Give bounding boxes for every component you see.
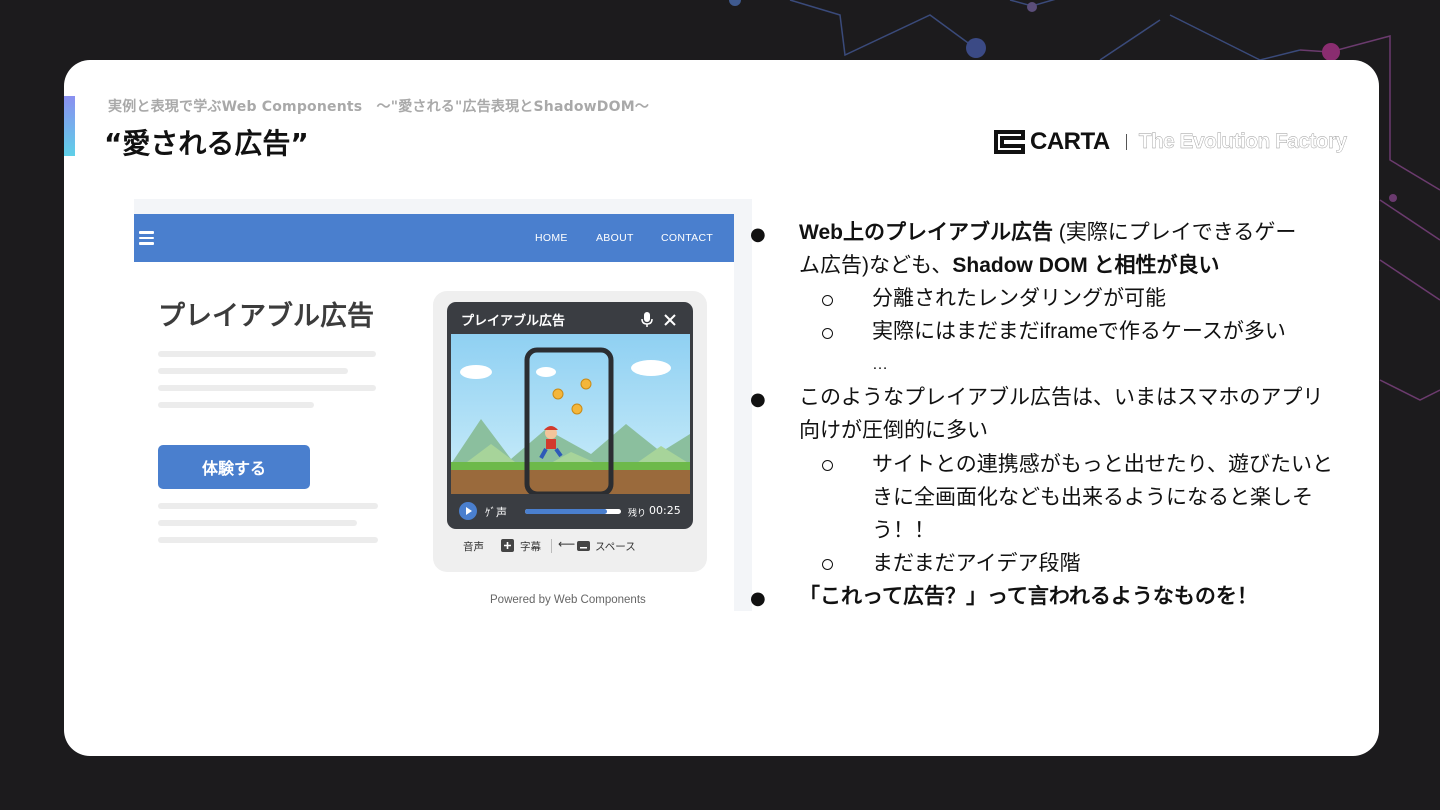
back-arrow-icon[interactable]: ⟵ <box>558 537 575 551</box>
bullet-dot: ● <box>750 588 766 609</box>
ad-controls: ｹﾞ声 残り 00:25 <box>447 498 693 526</box>
bullet-2-sub-1-line-3: う！！ <box>872 519 935 542</box>
placeholder-line <box>158 351 376 357</box>
audio-label: ｹﾞ声 <box>485 506 507 519</box>
ad-title: プレイアブル広告 <box>461 314 566 329</box>
microphone-icon[interactable] <box>641 312 653 328</box>
placeholder-line <box>158 537 378 543</box>
footer-space[interactable]: スペース <box>595 539 636 554</box>
playable-ad-mockup: HOME ABOUT CONTACT プレイアブル広告 体験する プレイアブル広… <box>134 199 752 611</box>
bullet-2-line-2: 向けが圧倒的に多い <box>799 419 988 442</box>
remaining-label: 残り <box>628 509 647 519</box>
placeholder-line <box>158 503 378 509</box>
play-icon[interactable] <box>459 502 477 520</box>
bullet-2-line-1: このようなプレイアブル広告は、いまはスマホのアプリ <box>799 386 1324 409</box>
ad-card: プレイアブル広告 ｹﾞ声 残り 00:25 音声 字幕 ⟵ スペース <box>433 291 707 572</box>
sub-bullet-ring <box>822 460 833 471</box>
footer-audio[interactable]: 音声 <box>463 539 484 554</box>
ad-player: プレイアブル広告 ｹﾞ声 残り 00:25 <box>447 302 693 529</box>
hamburger-menu-icon[interactable] <box>139 231 154 245</box>
bullet-1-sub-1: 分離されたレンダリングが可能 <box>872 287 1166 310</box>
slide: 実例と表現で学ぶWeb Components 〜"愛される"広告表現とShado… <box>64 60 1379 756</box>
game-scene[interactable] <box>451 334 690 494</box>
progress-bar[interactable] <box>525 509 621 514</box>
footer-subtitles[interactable]: 字幕 <box>520 539 541 554</box>
add-icon[interactable] <box>501 539 514 552</box>
placeholder-line <box>158 385 376 391</box>
placeholder-line <box>158 520 357 526</box>
bullet-1-sub-2: 実際にはまだまだiframeで作るケースが多い <box>872 320 1286 343</box>
sub-bullet-ring <box>822 295 833 306</box>
powered-by: Powered by Web Components <box>490 594 646 606</box>
bullet-3: 「これって広告？」って言われるようなものを！ <box>799 585 1258 608</box>
bullet-2-sub-1-line-1: サイトとの連携感がもっと出せたり、遊びたいと <box>872 453 1333 476</box>
remaining-time: 00:25 <box>649 504 681 517</box>
bullet-2-sub-1-line-2: きに全画面化なども出来るようになると楽しそ <box>872 486 1313 509</box>
mock-navbar: HOME ABOUT CONTACT <box>134 214 734 262</box>
close-icon[interactable] <box>664 314 676 326</box>
bullet-dot: ● <box>750 389 766 410</box>
brand-logo: CARTA The Evolution Factory <box>992 126 1347 158</box>
title-accent-bar <box>64 96 75 156</box>
bullet-1-line-2: ム広告)なども、Shadow DOM と相性が良い <box>799 254 1220 277</box>
bullet-1-line-1: Web上のプレイアブル広告 (実際にプレイできるゲー <box>799 221 1297 244</box>
bullet-dot: ● <box>750 224 766 245</box>
carta-logo-icon <box>994 130 1025 154</box>
brand-name: CARTA <box>1030 128 1110 155</box>
bullet-1-sub-2-cont: … <box>872 356 888 373</box>
try-button[interactable]: 体験する <box>158 445 310 489</box>
sub-bullet-ring <box>822 328 833 339</box>
sub-bullet-ring <box>822 559 833 570</box>
brand-separator <box>1125 134 1127 150</box>
keyboard-icon[interactable] <box>577 541 590 551</box>
mock-heading: プレイアブル広告 <box>158 301 374 332</box>
nav-link-contact[interactable]: CONTACT <box>661 232 713 244</box>
brand-tagline: The Evolution Factory <box>1138 130 1348 153</box>
ad-footer: 音声 字幕 ⟵ スペース <box>463 537 693 555</box>
placeholder-line <box>158 368 348 374</box>
breadcrumb: 実例と表現で学ぶWeb Components 〜"愛される"広告表現とShado… <box>108 99 650 115</box>
progress-fill <box>525 509 607 514</box>
placeholder-line <box>158 402 314 408</box>
mock-page: HOME ABOUT CONTACT プレイアブル広告 体験する プレイアブル広… <box>134 214 734 611</box>
page-title: “愛される広告” <box>104 127 309 160</box>
footer-divider <box>551 539 552 553</box>
bullet-2-sub-2: まだまだアイデア段階 <box>872 552 1081 575</box>
nav-link-home[interactable]: HOME <box>535 232 568 244</box>
nav-link-about[interactable]: ABOUT <box>596 232 634 244</box>
